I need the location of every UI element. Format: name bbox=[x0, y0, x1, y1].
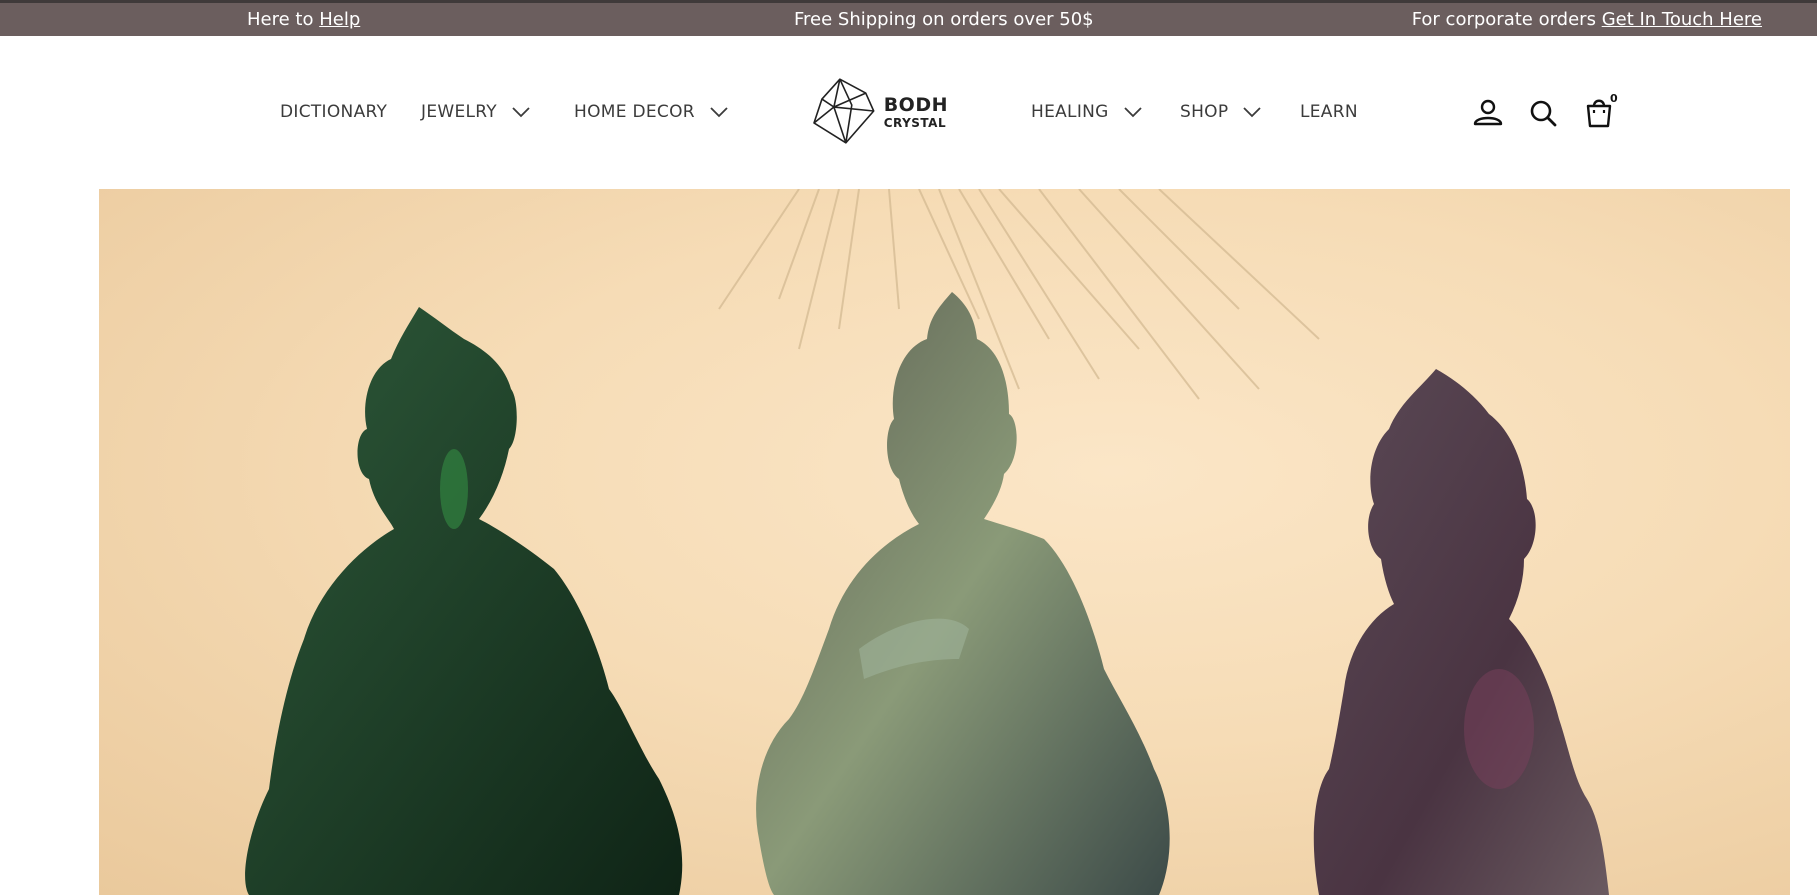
green-jade-buddha bbox=[245, 307, 683, 895]
get-in-touch-link[interactable]: Get In Touch Here bbox=[1602, 9, 1762, 30]
chevron-down-icon bbox=[710, 107, 728, 118]
logo-line1: BODH bbox=[883, 93, 948, 116]
shipping-notice: Free Shipping on orders over 50$ bbox=[794, 9, 1094, 30]
chevron-down-icon bbox=[1243, 107, 1262, 118]
chevron-down-icon bbox=[512, 107, 530, 118]
corporate-orders-text: For corporate orders Get In Touch Here bbox=[1411, 9, 1762, 30]
labradorite-buddha bbox=[756, 292, 1170, 895]
nav-learn[interactable]: LEARN bbox=[1300, 102, 1358, 122]
announcement-bar: Here to Help Free Shipping on orders ove… bbox=[0, 3, 1817, 36]
buddha-statues-image bbox=[245, 189, 1609, 895]
nav-jewelry[interactable]: JEWELRY bbox=[421, 102, 531, 122]
help-link[interactable]: Help bbox=[319, 9, 360, 30]
account-icon[interactable] bbox=[1471, 96, 1505, 130]
fluorite-buddha bbox=[1313, 369, 1609, 895]
crystal-logo-icon bbox=[813, 78, 875, 144]
nav-shop[interactable]: SHOP bbox=[1180, 102, 1262, 122]
nav-dictionary[interactable]: DICTIONARY bbox=[280, 102, 387, 122]
cart-count-badge: 0 bbox=[1610, 92, 1618, 105]
hero-banner-image[interactable] bbox=[99, 189, 1790, 895]
search-icon[interactable] bbox=[1526, 96, 1560, 130]
site-header: DICTIONARY JEWELRY HOME DECOR BODH CRYST… bbox=[0, 36, 1817, 188]
nav-home-decor[interactable]: HOME DECOR bbox=[574, 102, 729, 122]
site-logo[interactable]: BODH CRYSTAL bbox=[812, 76, 948, 148]
logo-line2: CRYSTAL bbox=[883, 115, 947, 130]
chevron-down-icon bbox=[1124, 107, 1142, 118]
nav-healing[interactable]: HEALING bbox=[1031, 102, 1143, 122]
help-text: Here to Help bbox=[247, 9, 361, 30]
